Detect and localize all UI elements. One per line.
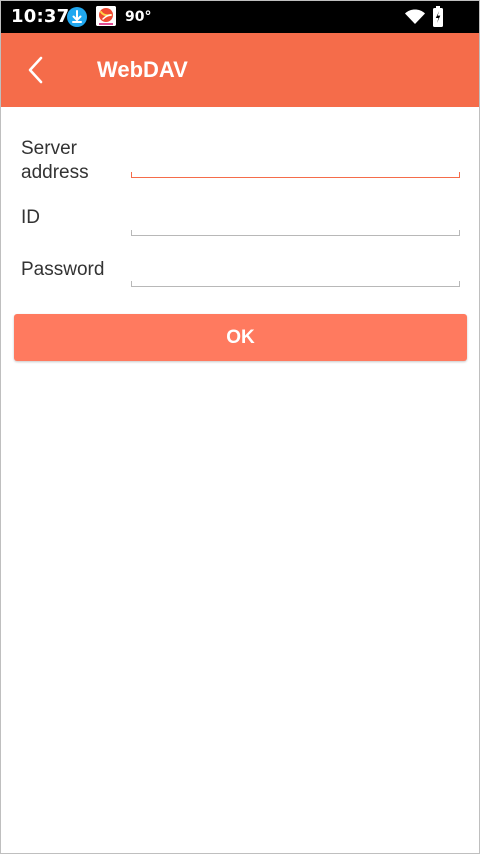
app-bar: WebDAV xyxy=(1,33,479,107)
id-underline xyxy=(131,230,460,236)
wifi-icon xyxy=(404,9,426,25)
webdav-screen: 10:37 90° WebDAV Server address ID Passw… xyxy=(0,0,480,854)
page-title: WebDAV xyxy=(97,57,188,82)
chevron-left-icon xyxy=(19,56,53,92)
server-address-field-container[interactable] xyxy=(131,142,460,178)
password-input[interactable] xyxy=(131,251,460,283)
status-time: 10:37 xyxy=(11,6,70,27)
ok-button[interactable]: OK xyxy=(14,314,467,361)
server-address-label: Server address xyxy=(21,138,89,183)
news-app-icon xyxy=(96,6,116,26)
id-label: ID xyxy=(21,207,40,228)
server-address-input[interactable] xyxy=(131,142,460,174)
back-button[interactable] xyxy=(19,52,53,88)
id-field-container[interactable] xyxy=(131,200,460,236)
password-field-container[interactable] xyxy=(131,251,460,287)
battery-charging-icon xyxy=(432,6,444,28)
password-label: Password xyxy=(21,259,105,280)
server-address-underline xyxy=(131,172,460,178)
id-input[interactable] xyxy=(131,200,460,232)
temperature-status: 90° xyxy=(125,9,152,25)
status-bar: 10:37 90° xyxy=(1,1,479,33)
download-icon xyxy=(67,7,87,27)
password-underline xyxy=(131,281,460,287)
